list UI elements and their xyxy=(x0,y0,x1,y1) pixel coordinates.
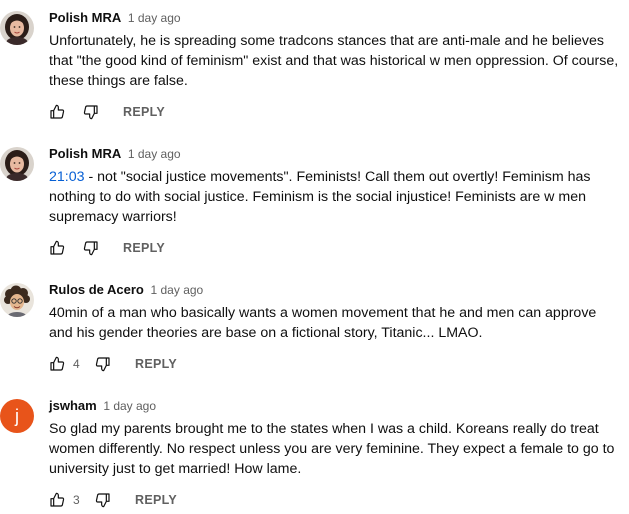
comment-text-line: that "the good kind of feminism" exist a… xyxy=(49,53,619,69)
avatar[interactable] xyxy=(0,147,34,181)
comment-text-line: women differently. No respect unless you… xyxy=(49,441,615,457)
reply-button[interactable]: REPLY xyxy=(135,493,177,507)
thumbs-down-icon[interactable] xyxy=(95,356,111,372)
comment-author[interactable]: Rulos de Acero xyxy=(49,282,144,297)
thumbs-down-icon[interactable] xyxy=(83,104,99,120)
comment-time[interactable]: 1 day ago xyxy=(151,283,204,297)
comment-author[interactable]: jswham xyxy=(49,398,97,413)
avatar[interactable] xyxy=(0,11,34,45)
comment-time[interactable]: 1 day ago xyxy=(128,147,181,161)
like-count: 3 xyxy=(73,493,80,507)
comment-text: So glad my parents brought me to the sta… xyxy=(49,419,624,479)
comment-text: 40min of a man who basically wants a wom… xyxy=(49,303,624,343)
thumbs-up-icon[interactable] xyxy=(49,240,65,256)
thumbs-up-icon[interactable] xyxy=(49,492,65,508)
comment-text-line: 21:03 - not "social justice movements". … xyxy=(49,167,624,187)
comment-author[interactable]: Polish MRA xyxy=(49,146,121,161)
reply-button[interactable]: REPLY xyxy=(123,105,165,119)
comment-text: 21:03 - not "social justice movements". … xyxy=(49,167,624,227)
comment-text-line: nothing to do with social justice. Femin… xyxy=(49,189,586,205)
comment-time[interactable]: 1 day ago xyxy=(103,399,156,413)
comment-actions: REPLY xyxy=(49,102,165,122)
woman-portrait-icon xyxy=(0,147,34,181)
comment-author[interactable]: Polish MRA xyxy=(49,10,121,25)
woman-portrait-icon xyxy=(0,11,34,45)
comment-text-line: Unfortunately, he is spreading some trad… xyxy=(49,33,604,49)
comment-text-line: So glad my parents brought me to the sta… xyxy=(49,421,599,437)
comment-text-segment: - not "social justice movements". Femini… xyxy=(84,169,591,185)
comment-text-line: 40min of a man who basically wants a wom… xyxy=(49,305,597,321)
thumbs-down-icon[interactable] xyxy=(83,240,99,256)
reply-button[interactable]: REPLY xyxy=(123,241,165,255)
avatar[interactable] xyxy=(0,283,34,317)
thumbs-up-icon[interactable] xyxy=(49,104,65,120)
thumbs-down-icon[interactable] xyxy=(95,492,111,508)
comment-text-line: and his gender theories are base on a fi… xyxy=(49,325,483,341)
reply-button[interactable]: REPLY xyxy=(135,357,177,371)
thumbs-up-icon[interactable] xyxy=(49,356,65,372)
comment-text-line: university just to get married! How lame… xyxy=(49,461,302,477)
comment-time[interactable]: 1 day ago xyxy=(128,11,181,25)
comment-text-line: these things are false. xyxy=(49,73,188,89)
curly-hair-portrait-icon xyxy=(0,283,34,317)
timestamp-link[interactable]: 21:03 xyxy=(49,169,85,185)
comment-text: Unfortunately, he is spreading some trad… xyxy=(49,31,624,91)
comment-actions: 4 REPLY xyxy=(49,354,177,374)
like-count: 4 xyxy=(73,357,80,371)
comment-actions: REPLY xyxy=(49,238,165,258)
avatar[interactable]: j xyxy=(0,399,34,433)
comment-actions: 3 REPLY xyxy=(49,490,177,510)
comment-text-line: supremacy warriors! xyxy=(49,209,177,225)
